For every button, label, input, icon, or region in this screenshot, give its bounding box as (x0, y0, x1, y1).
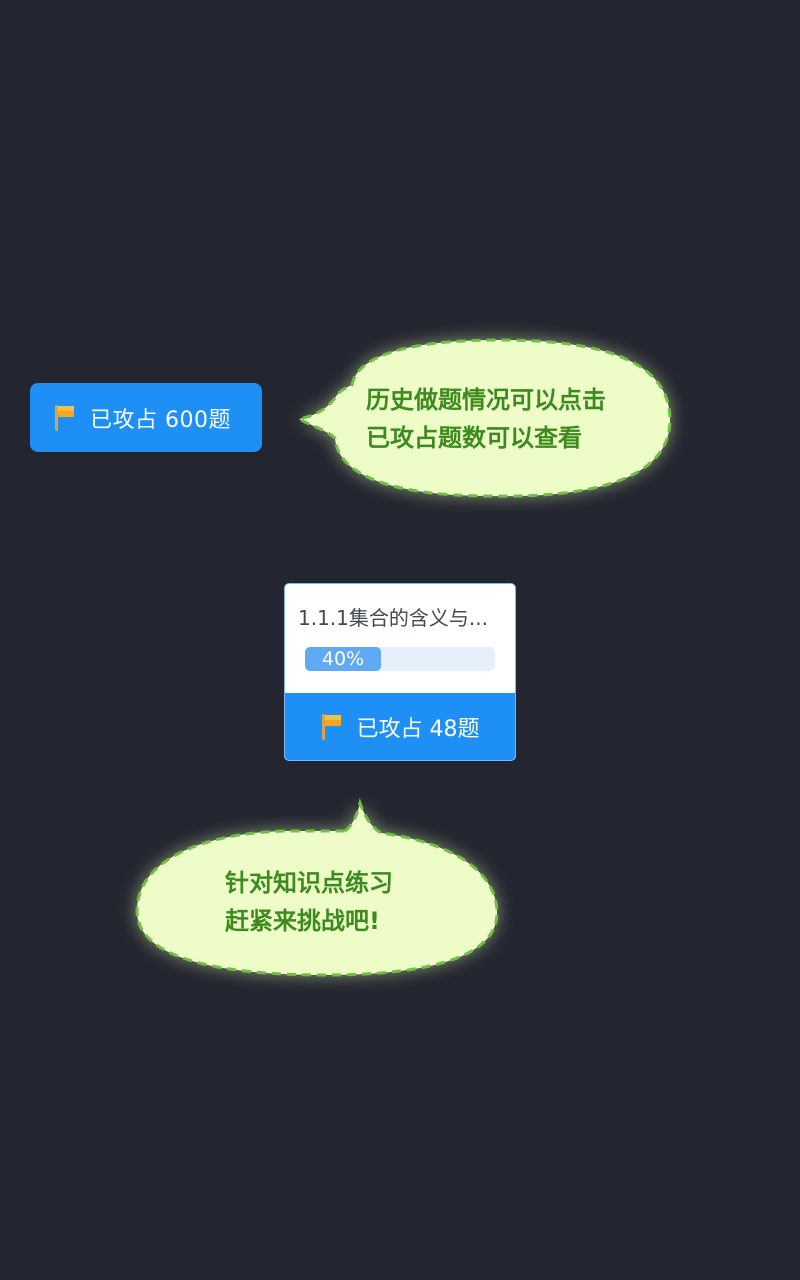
tip-history-line-2: 已攻占题数可以查看 (366, 424, 582, 452)
progress-label: 40% (321, 648, 365, 670)
history-conquered-label: 已攻占 600题 (90, 407, 231, 433)
tip-bubble-history: 历史做题情况可以点击 已攻占题数可以查看 (290, 330, 690, 510)
tip-practice-line-2: 赶紧来挑战吧! (225, 907, 380, 935)
knowledge-point-title: 1.1.1集合的含义与... (298, 606, 488, 630)
flag-icon (321, 714, 341, 740)
knowledge-point-conquered-label: 已攻占 48题 (356, 717, 480, 742)
tip-history-line-1: 历史做题情况可以点击 (366, 386, 606, 414)
tip-practice-line-1: 针对知识点练习 (225, 869, 393, 897)
history-conquered-button[interactable]: 已攻占 600题 (30, 383, 262, 452)
knowledge-point-progress-bar: 40% (305, 647, 495, 671)
knowledge-point-conquered-button[interactable]: 已攻占 48题 (285, 693, 515, 760)
tutorial-overlay: 已攻占 600题 历史做题情况可以点击 已攻占题数可以查看 1.1.1集合的含义… (0, 0, 800, 1280)
tip-bubble-practice: 针对知识点练习 赶紧来挑战吧! (125, 795, 510, 990)
flag-icon (55, 404, 74, 431)
knowledge-point-card[interactable]: 1.1.1集合的含义与... 40% 已攻占 48题 (284, 583, 516, 761)
